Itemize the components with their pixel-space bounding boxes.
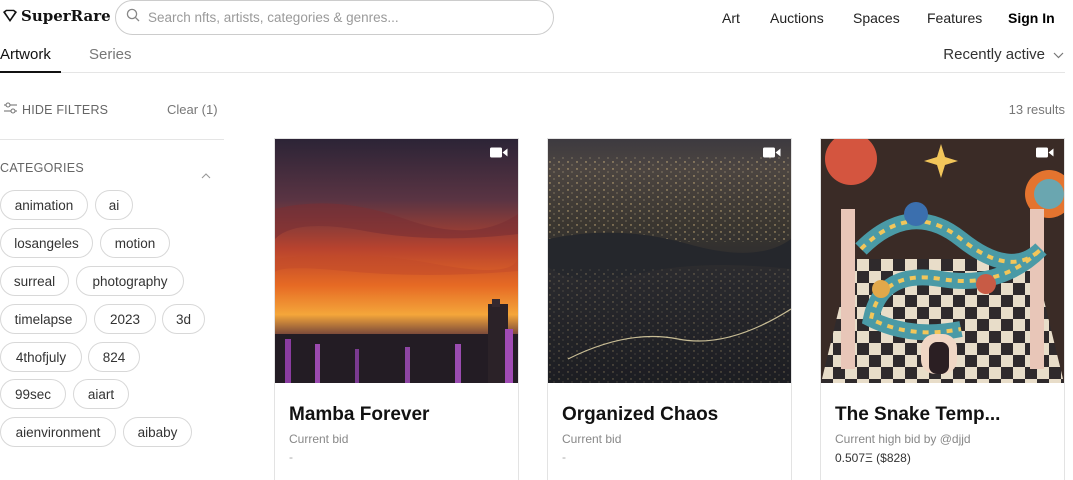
category-chip-surreal[interactable]: surreal: [0, 266, 69, 296]
video-icon: [490, 147, 508, 158]
chevron-down-icon: [1053, 46, 1064, 63]
nav-art[interactable]: Art: [722, 10, 740, 26]
search-bar[interactable]: [115, 0, 554, 35]
category-chip-photography[interactable]: photography: [76, 266, 184, 296]
search-icon: [126, 8, 140, 27]
bid-label: Current bid: [562, 432, 622, 446]
tabs-divider: [0, 72, 1065, 73]
sort-selected-label: Recently active: [943, 46, 1045, 63]
category-chip-aibaby[interactable]: aibaby: [123, 417, 192, 447]
artwork-card-organized-chaos[interactable]: Organized Chaos Current bid -: [547, 138, 792, 480]
tab-artwork[interactable]: Artwork: [0, 46, 51, 63]
category-chip-ai[interactable]: ai: [95, 190, 133, 220]
category-chip-2023[interactable]: 2023: [94, 304, 156, 334]
superrare-logo-icon: [2, 9, 18, 23]
video-icon: [1036, 147, 1054, 158]
artwork-title: The Snake Temp...: [835, 404, 1001, 425]
sign-in-button[interactable]: Sign In: [1008, 10, 1055, 26]
tab-series[interactable]: Series: [89, 46, 132, 63]
artwork-image-sunset-city[interactable]: [275, 139, 518, 383]
category-chip-3d[interactable]: 3d: [162, 304, 205, 334]
bid-value: -: [562, 450, 566, 464]
logo-text: SuperRare: [21, 7, 111, 25]
artwork-title: Organized Chaos: [562, 404, 719, 425]
bid-value: -: [289, 450, 293, 464]
artwork-card-snake-temple[interactable]: The Snake Temp... Current high bid by @d…: [820, 138, 1065, 480]
bid-label: Current bid: [289, 432, 349, 446]
hide-filters-label: HIDE FILTERS: [22, 102, 109, 117]
video-icon: [763, 147, 781, 158]
category-chip-824[interactable]: 824: [88, 342, 140, 372]
top-bar: SuperRare Art Auctions Spaces Features S…: [0, 0, 1073, 36]
category-chip-motion[interactable]: motion: [100, 228, 170, 258]
artwork-image-snake-temple[interactable]: [821, 139, 1064, 383]
chevron-up-icon[interactable]: [201, 166, 211, 184]
nav-spaces[interactable]: Spaces: [853, 10, 900, 26]
filter-sliders-icon: [3, 102, 18, 117]
category-chip-99sec[interactable]: 99sec: [0, 379, 66, 409]
filters-divider: [0, 139, 224, 140]
hide-filters-button[interactable]: HIDE FILTERS: [3, 102, 108, 117]
nav-features[interactable]: Features: [927, 10, 982, 26]
bid-label: Current high bid by @djjd: [835, 432, 971, 446]
clear-filters-button[interactable]: Clear (1): [167, 102, 218, 117]
category-chip-aienvironment[interactable]: aienvironment: [0, 417, 116, 447]
category-chip-losangeles[interactable]: losangeles: [0, 228, 93, 258]
artwork-title: Mamba Forever: [289, 404, 430, 425]
category-chip-4thofjuly[interactable]: 4thofjuly: [0, 342, 82, 372]
results-count: 13 results: [1008, 102, 1065, 117]
category-chip-timelapse[interactable]: timelapse: [0, 304, 87, 334]
logo[interactable]: SuperRare: [2, 7, 111, 25]
artwork-image-night-city[interactable]: [548, 139, 791, 383]
artwork-card-mamba-forever[interactable]: Mamba Forever Current bid -: [274, 138, 519, 480]
categories-heading[interactable]: CATEGORIES: [0, 161, 84, 175]
sort-dropdown[interactable]: Recently active: [943, 46, 1064, 63]
bid-value: 0.507Ξ ($828): [835, 451, 911, 465]
nav-auctions[interactable]: Auctions: [770, 10, 824, 26]
active-tab-indicator: [0, 71, 61, 73]
category-chip-aiart[interactable]: aiart: [73, 379, 129, 409]
search-input[interactable]: [148, 10, 538, 25]
category-chip-animation[interactable]: animation: [0, 190, 88, 220]
